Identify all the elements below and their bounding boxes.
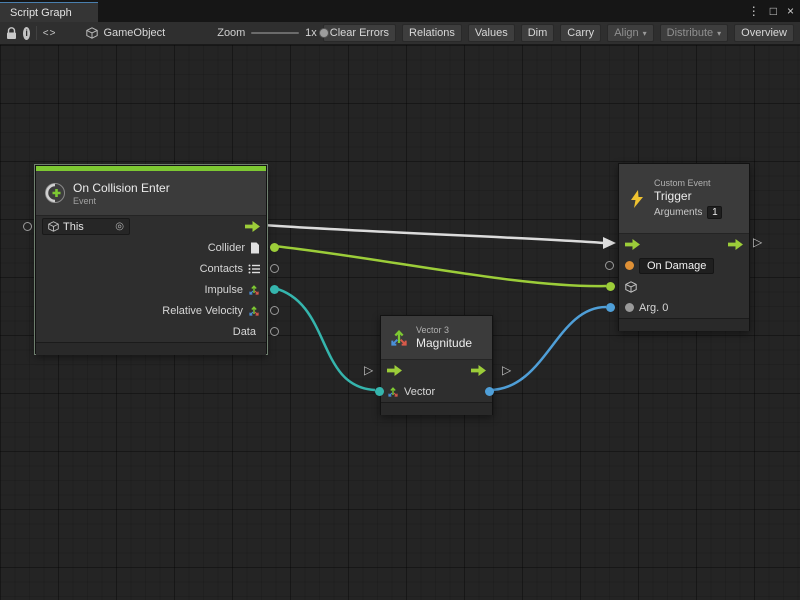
- node-type-label: Vector 3: [416, 325, 472, 335]
- port-label-data: Data: [233, 326, 256, 338]
- target-picker-icon[interactable]: ◎: [115, 221, 124, 232]
- gameobject-label: GameObject: [103, 27, 165, 39]
- align-button[interactable]: Align ▾: [607, 24, 653, 42]
- info-icon[interactable]: i: [23, 27, 30, 40]
- event-name-port[interactable]: [625, 261, 634, 270]
- cube-icon: [625, 281, 637, 293]
- port-label-contacts: Contacts: [200, 263, 243, 275]
- node-title: On Collision Enter: [73, 181, 170, 195]
- zoom-slider[interactable]: [251, 26, 299, 40]
- vector3-icon: [389, 328, 409, 348]
- control-output-arrow-icon[interactable]: [728, 239, 743, 250]
- window-menu-icon[interactable]: ⋮: [748, 4, 760, 18]
- node-footer: [381, 402, 492, 415]
- port-label-vector: Vector: [404, 386, 435, 398]
- node-title: Magnitude: [416, 336, 472, 350]
- control-output-arrow-icon[interactable]: [245, 221, 260, 232]
- chevron-down-icon: ▾: [717, 29, 721, 38]
- wire-collider-to-target[interactable]: [274, 246, 606, 286]
- event-name-input-port[interactable]: [605, 261, 614, 270]
- cube-icon: [48, 221, 59, 232]
- control-output-arrow-icon[interactable]: [471, 365, 486, 376]
- dim-button[interactable]: Dim: [521, 24, 555, 42]
- zoom-slider-track: [251, 32, 299, 34]
- collider-output-port[interactable]: [270, 243, 279, 252]
- control-triangle-icon: ▷: [753, 236, 762, 248]
- control-triangle-icon: ▷: [364, 364, 373, 376]
- distribute-button[interactable]: Distribute ▾: [660, 24, 728, 42]
- event-name-field[interactable]: On Damage: [639, 258, 714, 274]
- zoom-value: 1x: [305, 27, 317, 39]
- vector3-icon: [387, 386, 399, 398]
- node-header: Vector 3 Magnitude: [381, 316, 492, 360]
- magnitude-output-port[interactable]: [485, 387, 494, 396]
- port-label-arg0: Arg. 0: [639, 302, 668, 314]
- node-kind-label: Custom Event: [654, 178, 722, 188]
- code-view-icon[interactable]: <>: [43, 28, 57, 39]
- target-this-dropdown[interactable]: This ◎: [42, 218, 130, 235]
- node-footer: [36, 342, 266, 355]
- port-label-relative-velocity: Relative Velocity: [162, 305, 243, 317]
- tab-title: Script Graph: [10, 7, 72, 19]
- contacts-output-port[interactable]: [270, 264, 279, 273]
- lightning-bolt-icon: [627, 189, 647, 209]
- wire-impulse-to-vector[interactable]: [274, 288, 375, 390]
- node-title: Trigger: [654, 189, 722, 203]
- control-input-arrow-icon[interactable]: [625, 239, 640, 250]
- close-icon[interactable]: ×: [787, 4, 794, 18]
- list-icon: [248, 264, 260, 274]
- zoom-label: Zoom: [217, 27, 245, 39]
- arguments-label: Arguments: [654, 207, 702, 218]
- control-triangle-icon: ▷: [502, 364, 511, 376]
- node-on-collision-enter[interactable]: On Collision Enter Event This ◎ Collider: [35, 165, 267, 354]
- vector-input-port[interactable]: [375, 387, 384, 396]
- script-graph-window: Script Graph ⋮ □ × i <> GameObject Zoom …: [0, 0, 800, 600]
- wire-magnitude-to-arg0[interactable]: [489, 307, 606, 390]
- node-header: Custom Event Trigger Arguments 1: [619, 164, 749, 234]
- arguments-count-field[interactable]: 1: [707, 206, 722, 219]
- graph-toolbar: i <> GameObject Zoom 1x Clear Errors Rel…: [0, 22, 800, 45]
- graph-canvas[interactable]: On Collision Enter Event This ◎ Collider: [0, 45, 800, 600]
- relations-button[interactable]: Relations: [402, 24, 462, 42]
- document-icon: [250, 242, 260, 254]
- toolbar-separator: [36, 26, 37, 40]
- node-header: On Collision Enter Event: [36, 171, 266, 216]
- control-input-arrow-icon[interactable]: [387, 365, 402, 376]
- node-subtitle: Event: [73, 196, 170, 206]
- port-label-impulse: Impulse: [204, 284, 243, 296]
- carry-button[interactable]: Carry: [560, 24, 601, 42]
- wire-control-flow[interactable]: [263, 225, 604, 243]
- this-value: This: [63, 221, 84, 233]
- lock-icon[interactable]: [6, 27, 17, 40]
- control-input-port[interactable]: [23, 222, 32, 231]
- arg0-input-port[interactable]: [606, 303, 615, 312]
- wire-control-arrowhead: [603, 237, 616, 249]
- values-button[interactable]: Values: [468, 24, 515, 42]
- chevron-down-icon: ▾: [643, 29, 647, 38]
- node-footer: [619, 318, 749, 331]
- vector3-icon: [248, 284, 260, 296]
- vector3-icon: [248, 305, 260, 317]
- data-output-port[interactable]: [270, 327, 279, 336]
- event-icon: [44, 182, 66, 204]
- tab-script-graph[interactable]: Script Graph: [0, 2, 98, 22]
- gameobject-cube-icon: [86, 27, 98, 39]
- maximize-icon[interactable]: □: [770, 4, 777, 18]
- gameobject-target[interactable]: GameObject: [86, 27, 165, 39]
- overview-button[interactable]: Overview: [734, 24, 794, 42]
- node-custom-event-trigger[interactable]: Custom Event Trigger Arguments 1 On Dama…: [618, 163, 750, 331]
- clear-errors-button[interactable]: Clear Errors: [323, 24, 396, 42]
- node-vector3-magnitude[interactable]: Vector 3 Magnitude Vect: [380, 315, 493, 415]
- arg0-port-dot[interactable]: [625, 303, 634, 312]
- window-controls: ⋮ □ ×: [748, 0, 794, 22]
- impulse-output-port[interactable]: [270, 285, 279, 294]
- target-input-port[interactable]: [606, 282, 615, 291]
- port-label-collider: Collider: [208, 242, 245, 254]
- tab-bar: Script Graph ⋮ □ ×: [0, 0, 800, 22]
- relative-velocity-output-port[interactable]: [270, 306, 279, 315]
